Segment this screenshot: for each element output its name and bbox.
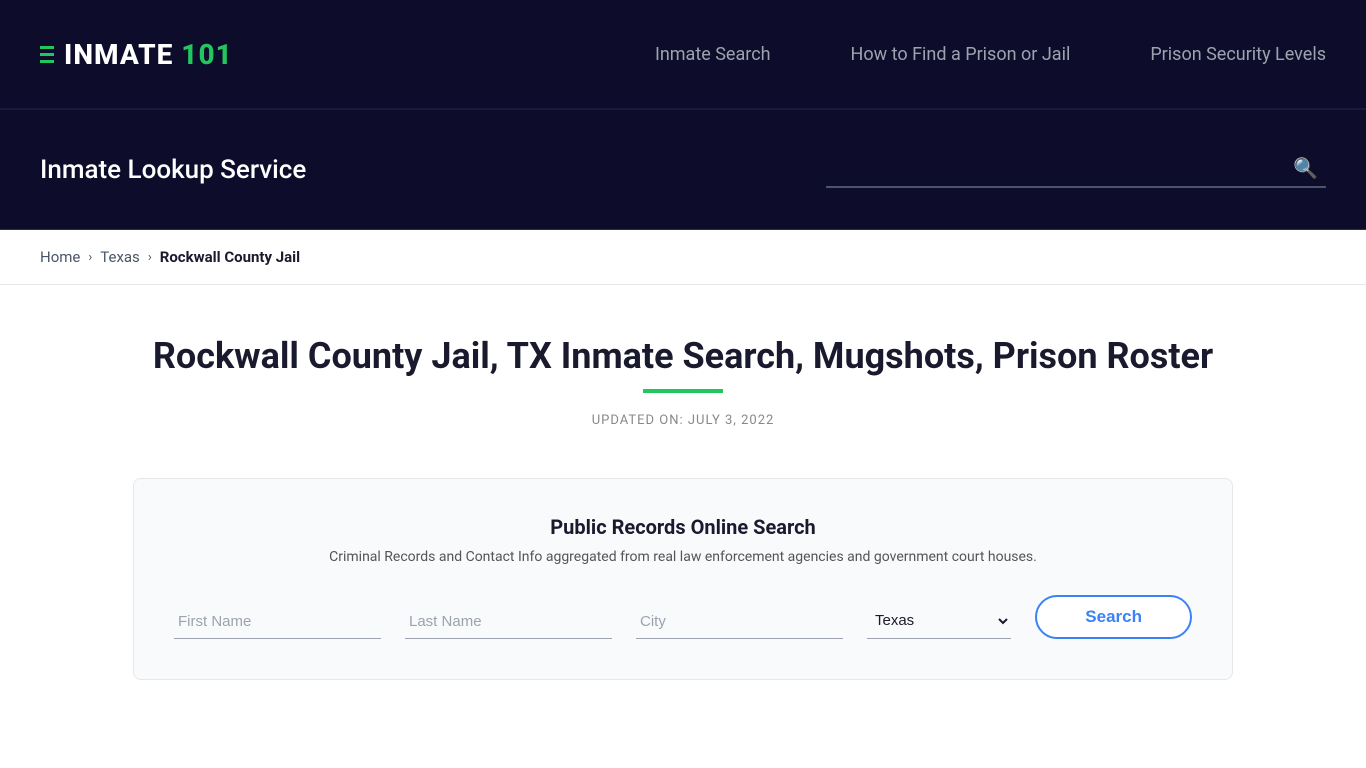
global-search-input[interactable] bbox=[826, 152, 1285, 186]
title-underline bbox=[643, 389, 723, 393]
first-name-input[interactable] bbox=[174, 605, 381, 639]
main-content: Rockwall County Jail, TX Inmate Search, … bbox=[0, 285, 1366, 720]
breadcrumb-chevron-2: › bbox=[148, 250, 152, 265]
search-card-description: Criminal Records and Contact Info aggreg… bbox=[174, 549, 1192, 565]
logo-bars-icon bbox=[40, 46, 54, 63]
search-button[interactable]: Search bbox=[1035, 595, 1192, 639]
last-name-input[interactable] bbox=[405, 605, 612, 639]
breadcrumb-current-page: Rockwall County Jail bbox=[160, 248, 300, 266]
city-input[interactable] bbox=[636, 605, 843, 639]
search-input-wrapper: 🔍 bbox=[826, 152, 1326, 188]
logo-text: INMATE 101 bbox=[64, 38, 233, 71]
global-search-button[interactable]: 🔍 bbox=[1285, 152, 1326, 185]
nav-security-levels[interactable]: Prison Security Levels bbox=[1150, 44, 1326, 65]
nav-inmate-search[interactable]: Inmate Search bbox=[655, 44, 771, 65]
logo[interactable]: INMATE 101 bbox=[40, 38, 233, 71]
nav-links: Inmate Search How to Find a Prison or Ja… bbox=[655, 44, 1326, 65]
search-banner: Inmate Lookup Service 🔍 bbox=[0, 110, 1366, 230]
breadcrumb: Home › Texas › Rockwall County Jail bbox=[0, 230, 1366, 285]
breadcrumb-state[interactable]: Texas bbox=[100, 248, 140, 266]
nav-how-to-find[interactable]: How to Find a Prison or Jail bbox=[851, 44, 1071, 65]
last-name-field bbox=[405, 605, 612, 639]
first-name-field bbox=[174, 605, 381, 639]
search-icon: 🔍 bbox=[1293, 158, 1318, 180]
top-navigation: INMATE 101 Inmate Search How to Find a P… bbox=[0, 0, 1366, 110]
public-records-search-card: Public Records Online Search Criminal Re… bbox=[133, 478, 1233, 680]
state-field: AlabamaAlaskaArizonaArkansasCaliforniaCo… bbox=[867, 603, 1011, 639]
search-card-title: Public Records Online Search bbox=[174, 515, 1192, 539]
page-title: Rockwall County Jail, TX Inmate Search, … bbox=[40, 335, 1326, 377]
city-field bbox=[636, 605, 843, 639]
state-select[interactable]: AlabamaAlaskaArizonaArkansasCaliforniaCo… bbox=[867, 603, 1011, 639]
breadcrumb-home[interactable]: Home bbox=[40, 248, 80, 266]
breadcrumb-chevron-1: › bbox=[88, 250, 92, 265]
updated-date: UPDATED ON: JULY 3, 2022 bbox=[40, 413, 1326, 428]
search-form-row: AlabamaAlaskaArizonaArkansasCaliforniaCo… bbox=[174, 595, 1192, 639]
search-banner-title: Inmate Lookup Service bbox=[40, 155, 306, 185]
